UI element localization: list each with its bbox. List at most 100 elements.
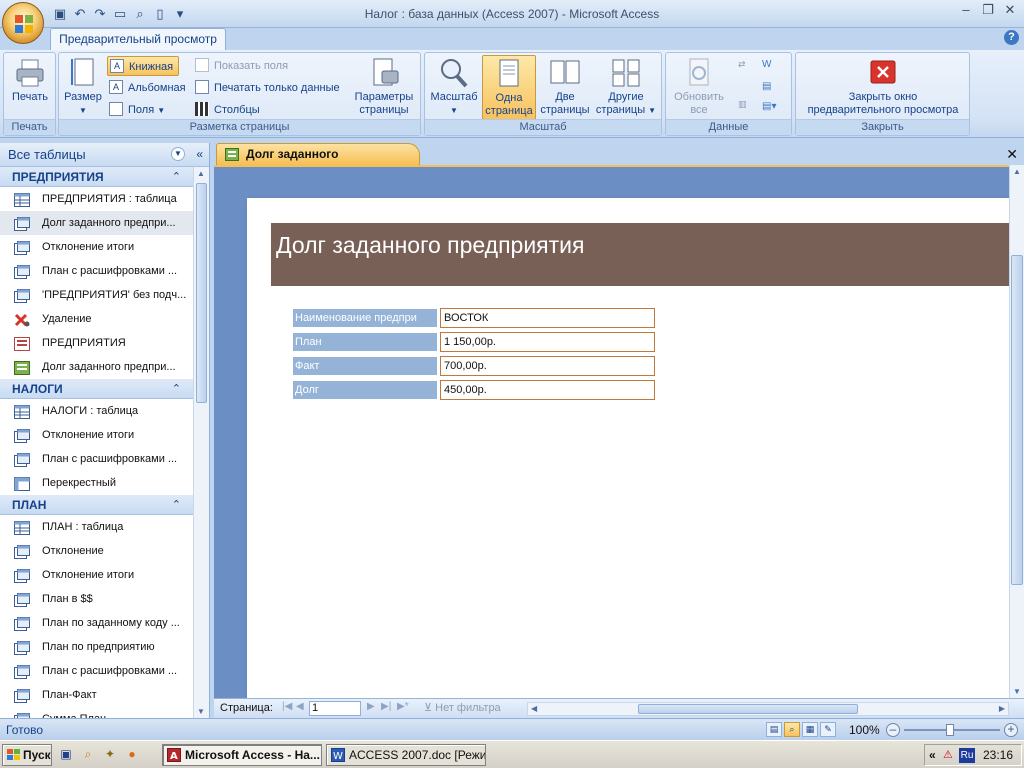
margins-button[interactable]: Поля ▼: [109, 100, 165, 120]
design-view-icon[interactable]: ✎: [820, 722, 836, 737]
nav-scrollbar[interactable]: ▲ ▼: [193, 167, 209, 718]
two-pages-button[interactable]: Две страницы: [538, 55, 592, 117]
nav-item[interactable]: Отклонение: [0, 539, 193, 563]
tools-icon[interactable]: ✦: [102, 746, 118, 762]
report-view-icon[interactable]: ▤: [766, 722, 782, 737]
last-page-icon[interactable]: ▶|: [381, 701, 391, 712]
nav-item[interactable]: 'ПРЕДПРИЯТИЯ' без подч...: [0, 283, 193, 307]
export-text-icon[interactable]: ▤: [762, 81, 780, 95]
filter-status[interactable]: ⊻ Нет фильтра: [424, 701, 501, 714]
start-button[interactable]: Пуск: [2, 744, 52, 766]
portrait-button[interactable]: A Книжная: [107, 56, 179, 76]
nav-item[interactable]: Удаление: [0, 307, 193, 331]
desktop-icon[interactable]: ▣: [58, 746, 74, 762]
page-number-input[interactable]: 1: [309, 701, 361, 716]
language-indicator[interactable]: Ru: [959, 748, 975, 763]
first-page-icon[interactable]: |◀: [282, 701, 292, 712]
scroll-down-icon[interactable]: ▼: [197, 707, 205, 716]
nav-item[interactable]: ПРЕДПРИЯТИЯ : таблица: [0, 187, 193, 211]
nav-item[interactable]: План по заданному коду ...: [0, 611, 193, 635]
nav-item[interactable]: План с расшифровками ...: [0, 259, 193, 283]
horizontal-scrollbar[interactable]: ◀ ▶: [527, 702, 1009, 716]
scroll-up-icon[interactable]: ▲: [197, 169, 205, 178]
layout-view-icon[interactable]: ▦: [802, 722, 818, 737]
nav-group-header[interactable]: ПЛАН ⌃: [0, 495, 193, 515]
page-setup-button[interactable]: Параметры страницы: [351, 55, 417, 117]
office-button[interactable]: [2, 2, 44, 44]
table-icon: [14, 404, 30, 419]
nav-pane-header[interactable]: Все таблицы ▼ «: [0, 143, 209, 167]
nav-group-header[interactable]: НАЛОГИ ⌃: [0, 379, 193, 399]
collapse-group-icon[interactable]: ⌃: [172, 167, 181, 187]
export-word-icon[interactable]: W: [762, 59, 780, 73]
nav-item[interactable]: Отклонение итоги: [0, 563, 193, 587]
close-preview-button[interactable]: Закрыть окно предварительного просмотра: [798, 55, 968, 117]
zoom-knob[interactable]: [946, 724, 954, 736]
nav-item[interactable]: ПРЕДПРИЯТИЯ: [0, 331, 193, 355]
close-document-icon[interactable]: ✕: [1006, 146, 1018, 163]
landscape-button[interactable]: A Альбомная: [109, 78, 186, 98]
zoom-button[interactable]: Масштаб ▼: [428, 55, 480, 117]
nav-item[interactable]: Перекрестный: [0, 471, 193, 495]
export-list-icon[interactable]: ▥: [738, 99, 758, 113]
zoom-level[interactable]: 100%: [849, 723, 880, 737]
show-margins-checkbox[interactable]: Показать поля: [195, 56, 288, 76]
help-icon[interactable]: ?: [1004, 30, 1019, 45]
scroll-up-icon[interactable]: ▲: [1013, 167, 1021, 176]
size-button[interactable]: Размер ▼: [61, 55, 105, 117]
nav-item[interactable]: ПЛАН : таблица: [0, 515, 193, 539]
nav-item[interactable]: План-Факт: [0, 683, 193, 707]
taskbar-item-word[interactable]: W ACCESS 2007.doc [Режи...: [326, 744, 486, 766]
zoom-out-icon[interactable]: –: [886, 723, 900, 737]
print-data-only-checkbox[interactable]: Печатать только данные: [195, 78, 340, 98]
nav-item[interactable]: Сумма План: [0, 707, 193, 718]
scroll-down-icon[interactable]: ▼: [1013, 687, 1021, 696]
more-pages-button[interactable]: Другие страницы ▼: [594, 55, 658, 117]
new-record-icon[interactable]: ▶*: [397, 701, 409, 712]
nav-item[interactable]: Долг заданного предпри...: [0, 211, 193, 235]
nav-item[interactable]: План с расшифровками ...: [0, 659, 193, 683]
show-hidden-icons-icon[interactable]: «: [929, 748, 936, 762]
export-excel-icon[interactable]: ⇄: [738, 59, 758, 73]
collapse-group-icon[interactable]: ⌃: [172, 379, 181, 399]
nav-item[interactable]: НАЛОГИ : таблица: [0, 399, 193, 423]
one-page-button[interactable]: Одна страница: [482, 55, 536, 120]
firefox-icon[interactable]: ●: [124, 746, 140, 762]
scroll-thumb[interactable]: [638, 704, 858, 714]
nav-item[interactable]: Долг заданного предпри...: [0, 355, 193, 379]
nav-item[interactable]: План с расшифровками ...: [0, 447, 193, 471]
nav-item[interactable]: План по предприятию: [0, 635, 193, 659]
nav-item[interactable]: Отклонение итоги: [0, 235, 193, 259]
report-tab[interactable]: Долг заданного предприятия: [216, 143, 420, 182]
taskbar-item-access[interactable]: A Microsoft Access - На...: [162, 744, 322, 766]
field-value: 700,00р.: [440, 356, 655, 376]
print-group: Печать Печать: [3, 52, 56, 136]
nav-item[interactable]: План в $$: [0, 587, 193, 611]
collapse-group-icon[interactable]: ⌃: [172, 495, 181, 515]
zoom-slider[interactable]: – +: [886, 723, 1018, 737]
chevron-down-icon[interactable]: ▼: [171, 147, 185, 161]
nav-item[interactable]: Отклонение итоги: [0, 423, 193, 447]
more-export-icon[interactable]: ▤▾: [762, 101, 784, 115]
collapse-pane-icon[interactable]: «: [196, 147, 203, 161]
restore-icon[interactable]: ❐: [978, 3, 998, 19]
scroll-right-icon[interactable]: ▶: [999, 704, 1005, 713]
tab-print-preview[interactable]: Предварительный просмотр: [50, 28, 226, 50]
refresh-icon: [683, 57, 715, 89]
minimize-icon[interactable]: –: [956, 3, 976, 19]
columns-button[interactable]: Столбцы: [195, 100, 260, 120]
tray-app-icon[interactable]: ⚠: [943, 748, 953, 761]
scroll-left-icon[interactable]: ◀: [531, 704, 537, 713]
search-icon[interactable]: ⌕: [80, 746, 96, 762]
zoom-in-icon[interactable]: +: [1004, 723, 1018, 737]
close-icon[interactable]: ✕: [1000, 3, 1020, 19]
scroll-thumb[interactable]: [1011, 255, 1023, 585]
next-page-icon[interactable]: ▶: [367, 701, 375, 712]
nav-group-header[interactable]: ПРЕДПРИЯТИЯ ⌃: [0, 167, 193, 187]
document-vertical-scrollbar[interactable]: ▲ ▼: [1009, 165, 1024, 698]
print-preview-view-icon[interactable]: ⌕: [784, 722, 800, 737]
prev-page-icon[interactable]: ◀: [296, 701, 304, 712]
scroll-thumb[interactable]: [196, 183, 207, 403]
refresh-all-button[interactable]: Обновить все: [668, 55, 730, 117]
print-button[interactable]: Печать: [6, 55, 54, 104]
